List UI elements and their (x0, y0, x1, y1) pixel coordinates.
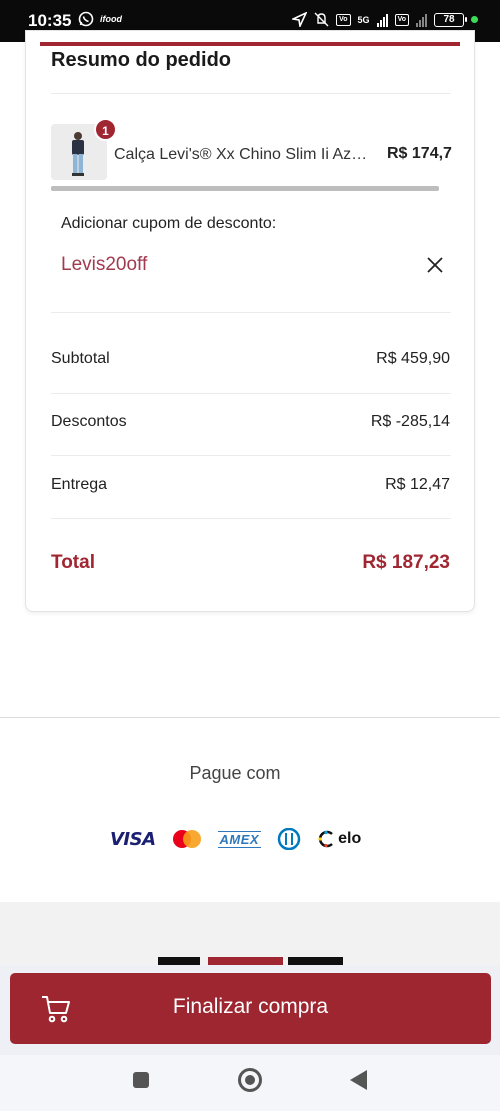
mastercard-logo-icon (172, 830, 201, 848)
total-value: R$ 187,23 (362, 552, 450, 573)
location-icon (292, 12, 308, 27)
discount-label: Descontos (51, 413, 127, 430)
shipping-value: R$ 12,47 (385, 476, 450, 493)
battery-icon: 78 (434, 12, 467, 27)
privacy-dot-icon (471, 16, 478, 23)
quantity-badge: 1 (94, 118, 117, 141)
elo-mark-icon (318, 830, 333, 848)
visa-logo-icon: VISA (110, 828, 156, 850)
product-price: R$ 174,7 (387, 145, 452, 162)
checkout-button-label: Finalizar compra (172, 995, 329, 1018)
status-time: 10:35 (28, 11, 72, 30)
diners-logo-icon (277, 828, 301, 850)
volte-icon-2: Vo (394, 13, 409, 26)
checkout-button[interactable]: Finalizar compra (10, 973, 491, 1044)
product-name: Calça Levi's® Xx Chino Slim Ii Az… (114, 146, 368, 163)
recents-icon[interactable] (133, 1072, 149, 1088)
divider (51, 393, 451, 394)
order-summary-title: Resumo do pedido (51, 49, 231, 71)
back-icon[interactable] (350, 1070, 367, 1090)
coupon-label: Adicionar cupom de desconto: (61, 215, 277, 232)
whatsapp-icon (78, 11, 94, 27)
divider (51, 455, 451, 456)
amex-logo-icon: AMEX (217, 830, 262, 848)
system-nav-bar (0, 1055, 500, 1111)
section-divider (0, 717, 500, 718)
shipping-label: Entrega (51, 476, 108, 493)
divider (51, 93, 451, 94)
volte-icon: Vo (336, 13, 351, 26)
signal-icon (376, 13, 388, 27)
discount-value: R$ -285,14 (370, 413, 450, 430)
network-type-label: 5G (357, 14, 370, 25)
payment-methods: VISA AMEX elo (110, 826, 361, 852)
elo-label: elo (338, 830, 362, 847)
subtotal-label: Subtotal (51, 350, 110, 367)
app-notification-icon: ifood (100, 14, 122, 24)
order-summary-card: Resumo do pedido 1 Calça Levi's® Xx Chin… (25, 30, 475, 612)
elo-logo-icon: elo (317, 830, 361, 848)
subtotal-value: R$ 459,90 (376, 350, 450, 367)
header-accent-line (40, 42, 460, 46)
close-icon[interactable] (424, 254, 446, 276)
payment-title: Pague com (189, 763, 281, 783)
mute-icon (314, 12, 329, 27)
coupon-code-field[interactable]: Levis20off (61, 254, 147, 276)
divider (51, 312, 451, 313)
signal-icon-2 (416, 13, 427, 27)
total-label: Total (51, 552, 95, 573)
divider (51, 518, 451, 519)
home-icon[interactable] (238, 1068, 262, 1092)
horizontal-scrollbar[interactable] (51, 186, 439, 191)
